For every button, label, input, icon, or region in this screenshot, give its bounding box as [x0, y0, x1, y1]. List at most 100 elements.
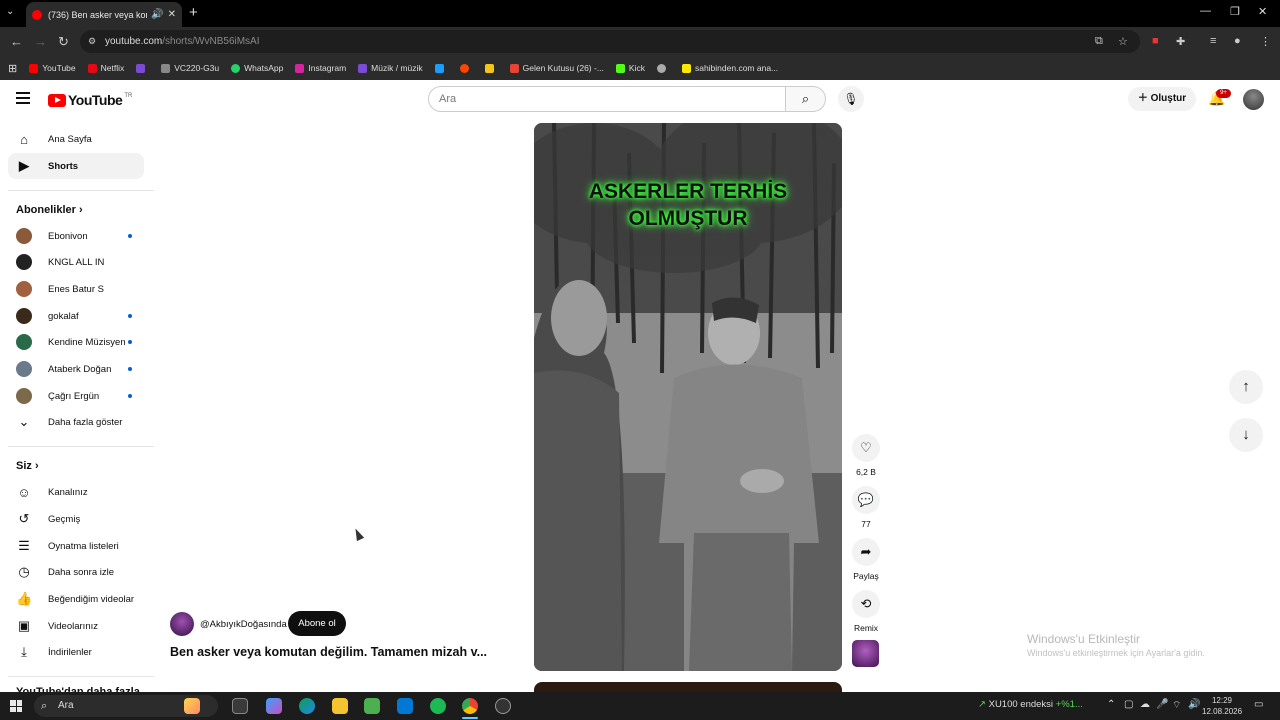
bookmark-instagram[interactable]: Instagram	[295, 63, 346, 73]
bookmark-twitch[interactable]	[136, 63, 149, 73]
account-avatar[interactable]	[1243, 89, 1264, 110]
subscription-item[interactable]: Enes Batur S	[8, 276, 144, 302]
install-app-icon[interactable]: ⧉	[1095, 35, 1103, 48]
close-tab-icon[interactable]: ✕	[168, 9, 176, 20]
volume-icon[interactable]: 🔊	[1188, 699, 1200, 710]
file-explorer-icon[interactable]	[332, 698, 348, 714]
new-tab-button[interactable]: +	[189, 4, 198, 21]
chrome-icon[interactable]	[462, 698, 478, 714]
task-view-icon[interactable]	[232, 698, 248, 714]
share-button[interactable]: ➦	[852, 538, 880, 566]
sidebar-item-home[interactable]: ⌂ Ana Sayfa	[8, 126, 144, 152]
bookmark-star-icon[interactable]: ☆	[1118, 35, 1128, 48]
next-short-button[interactable]: ↓	[1229, 418, 1263, 452]
voice-search-button[interactable]: 🎙	[838, 86, 864, 112]
whatsapp-icon	[231, 63, 241, 73]
browser-tab-active[interactable]: (736) Ben asker veya komut 🔊 ✕	[26, 2, 182, 27]
short-video-player[interactable]: ASKERLER TERHİS OLMUŞTUR	[534, 123, 842, 671]
search-button[interactable]: ⌕	[786, 86, 826, 112]
wifi-icon[interactable]: ⌔	[1172, 699, 1181, 712]
subscription-item[interactable]: Kendine Müzisyen	[8, 329, 144, 355]
comments-button[interactable]: 💬	[852, 486, 880, 514]
video-title[interactable]: Ben asker veya komutan değilim. Tamamen …	[170, 645, 487, 659]
user-icon: ☺	[17, 484, 31, 500]
sidebar-item-your-channel[interactable]: ☺ Kanalınız	[8, 479, 144, 505]
bookmark-music[interactable]: Müzik / müzik	[358, 63, 423, 73]
profile-icon[interactable]: ●	[1234, 35, 1241, 47]
sidebar-item-downloads[interactable]: ⤓ İndirilenler	[8, 639, 144, 665]
create-button[interactable]: ＋ Oluştur	[1128, 87, 1196, 111]
system-clock[interactable]: 12:29 12.08.2026	[1202, 695, 1242, 717]
tray-chevron-icon[interactable]: ⌃	[1107, 699, 1115, 710]
outlook-icon[interactable]	[397, 698, 413, 714]
previous-short-button[interactable]: ↑	[1229, 370, 1263, 404]
youtube-logo[interactable]: YouTube TR	[48, 92, 132, 108]
subscription-item[interactable]: gokalaf	[8, 303, 144, 329]
remix-button[interactable]: ⟲	[852, 590, 880, 618]
bookmark-gmail[interactable]: Gelen Kutusu (26) -...	[509, 63, 604, 73]
subscriptions-heading[interactable]: Abonelikler ›	[16, 204, 83, 216]
reload-button[interactable]: ↻	[58, 34, 69, 50]
bookmark-reddit[interactable]	[459, 63, 473, 73]
history-icon: ↺	[18, 511, 30, 526]
browser-menu-icon[interactable]: ⋮	[1260, 35, 1271, 48]
like-button[interactable]: ♡	[852, 434, 880, 462]
onedrive-icon[interactable]: ☁	[1140, 699, 1150, 710]
sound-thumbnail[interactable]	[852, 640, 879, 667]
extensions-puzzle-icon[interactable]: ✚	[1176, 35, 1185, 48]
bookmark-steam[interactable]	[434, 63, 448, 73]
copilot-sparkle-icon[interactable]	[184, 698, 200, 714]
url-field[interactable]: youtube.com/shorts/WvNB56iMsAI	[80, 30, 1140, 53]
minimize-button[interactable]: —	[1200, 5, 1211, 17]
bookmark-whatsapp[interactable]: WhatsApp	[231, 63, 283, 73]
channel-avatar	[16, 281, 32, 297]
bookmark-netflix[interactable]: Netflix	[87, 63, 124, 73]
sidebar-item-liked[interactable]: 👍 Beğendiğim videolar	[8, 586, 144, 612]
tray-app-icon[interactable]: ▢	[1124, 699, 1133, 710]
back-button[interactable]: ←	[10, 34, 23, 49]
search-input[interactable]: Ara	[428, 86, 786, 112]
channel-name[interactable]: @AkbıyıkDoğasında	[200, 619, 287, 630]
close-window-button[interactable]: ✕	[1258, 5, 1267, 18]
sidebar-item-history[interactable]: ↺ Geçmiş	[8, 506, 144, 532]
spotify-icon[interactable]	[430, 698, 446, 714]
bookmark-router[interactable]: VC220-G3u	[161, 63, 219, 73]
start-button[interactable]	[10, 700, 22, 712]
netflix-icon	[87, 63, 97, 73]
speaker-icon[interactable]: 🔊	[151, 9, 163, 20]
new-content-dot	[128, 367, 132, 371]
video-overlay-text: ASKERLER TERHİS OLMUŞTUR	[588, 180, 788, 230]
tab-search-icon[interactable]: ⌄	[6, 6, 14, 17]
bookmark-kick[interactable]: Kick	[615, 63, 645, 73]
subscription-item[interactable]: KNGL ALL IN	[8, 249, 144, 275]
app-icon[interactable]	[495, 698, 511, 714]
subscription-item[interactable]: Çağrı Ergün	[8, 383, 144, 409]
bookmark-imdb[interactable]	[484, 63, 498, 73]
bookmark-sahibinden[interactable]: sahibinden.com ana...	[681, 63, 778, 73]
subscription-item[interactable]: Ataberk Doğan	[8, 356, 144, 382]
hamburger-menu-icon[interactable]	[16, 92, 30, 107]
apps-grid-icon[interactable]: ⊞	[8, 62, 17, 75]
sidebar-item-playlists[interactable]: ☰ Oynatma listeleri	[8, 533, 144, 559]
sidebar-item-shorts[interactable]: ▶ Shorts	[8, 153, 144, 179]
you-heading[interactable]: Siz ›	[16, 460, 39, 472]
subscribe-button[interactable]: Abone ol	[288, 611, 346, 636]
bookmark-misc[interactable]	[656, 63, 670, 73]
subscription-item[interactable]: Ebonivon	[8, 223, 144, 249]
channel-avatar[interactable]	[170, 612, 194, 636]
mic-icon[interactable]: 🎤	[1156, 699, 1168, 710]
media-control-icon[interactable]: ≡	[1210, 35, 1216, 47]
sidebar-item-watch-later[interactable]: ◷ Daha sonra izle	[8, 559, 144, 585]
store-icon[interactable]	[364, 698, 380, 714]
bookmark-youtube[interactable]: YouTube	[29, 63, 76, 73]
notification-center-icon[interactable]: ▭	[1254, 699, 1263, 710]
extension-icon[interactable]: ■	[1152, 35, 1159, 47]
market-widget[interactable]: ↗ XU100 endeksi +%1...	[978, 699, 1083, 710]
restore-button[interactable]: ❐	[1230, 5, 1240, 18]
copilot-icon[interactable]	[266, 698, 282, 714]
sidebar-item-your-videos[interactable]: ▣ Videolarınız	[8, 613, 144, 639]
forward-button[interactable]: →	[34, 34, 47, 49]
edge-icon[interactable]	[299, 698, 315, 714]
show-more-button[interactable]: ⌄ Daha fazla göster	[8, 409, 144, 435]
site-info-icon[interactable]: ⚙	[88, 36, 96, 47]
